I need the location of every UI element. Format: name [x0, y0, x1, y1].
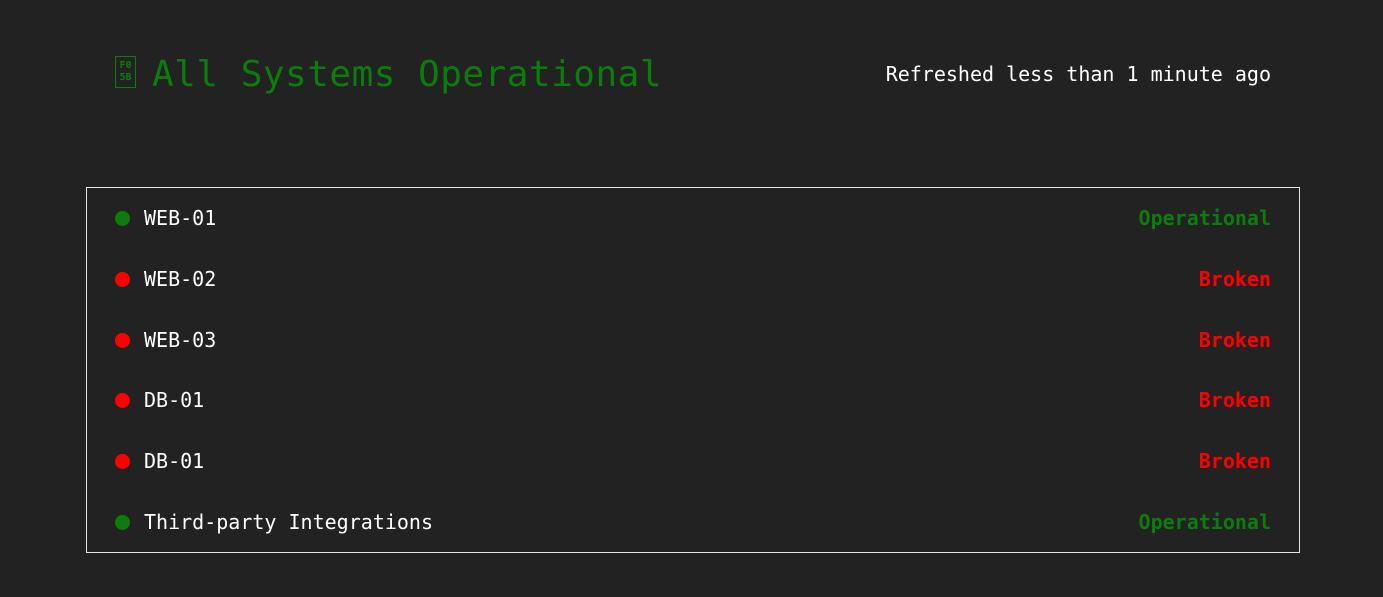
status-dot-icon [115, 453, 130, 469]
service-name: DB-01 [144, 388, 205, 412]
page-title: All Systems Operational [152, 53, 662, 95]
service-status: Broken [1198, 388, 1271, 412]
glyph-bottom: 5B [119, 72, 132, 83]
title-group: F0 5B All Systems Operational [115, 54, 662, 95]
service-name: WEB-01 [144, 206, 217, 230]
service-row: WEB-01 Operational [115, 203, 1271, 233]
service-row: DB-01 Broken [115, 385, 1271, 415]
service-name: WEB-02 [144, 267, 217, 291]
service-row: Third-party Integrations Operational [115, 507, 1271, 537]
service-info: Third-party Integrations [115, 510, 433, 534]
service-status: Broken [1198, 267, 1271, 291]
service-status: Broken [1198, 449, 1271, 473]
status-dot-icon [115, 392, 130, 408]
glyph-top: F0 [119, 60, 132, 71]
services-panel: WEB-01 Operational WEB-02 Broken WEB-03 … [86, 187, 1300, 553]
status-dot-icon [115, 332, 130, 348]
status-header: F0 5B All Systems Operational Refreshed … [115, 50, 1271, 98]
missing-glyph-icon: F0 5B [115, 56, 136, 88]
service-info: WEB-01 [115, 206, 216, 230]
service-info: WEB-02 [115, 267, 216, 291]
service-row: WEB-02 Broken [115, 264, 1271, 294]
service-name: Third-party Integrations [144, 510, 433, 534]
status-dot-icon [115, 271, 130, 287]
service-info: DB-01 [115, 449, 204, 473]
service-status: Operational [1138, 206, 1271, 230]
service-status: Broken [1198, 328, 1271, 352]
service-status: Operational [1138, 510, 1271, 534]
service-row: DB-01 Broken [115, 446, 1271, 476]
service-name: WEB-03 [144, 328, 217, 352]
service-info: DB-01 [115, 388, 204, 412]
status-dot-icon [115, 210, 130, 226]
refreshed-timestamp: Refreshed less than 1 minute ago [885, 62, 1271, 86]
service-info: WEB-03 [115, 328, 216, 352]
service-row: WEB-03 Broken [115, 325, 1271, 355]
service-name: DB-01 [144, 449, 205, 473]
status-dot-icon [115, 514, 130, 530]
